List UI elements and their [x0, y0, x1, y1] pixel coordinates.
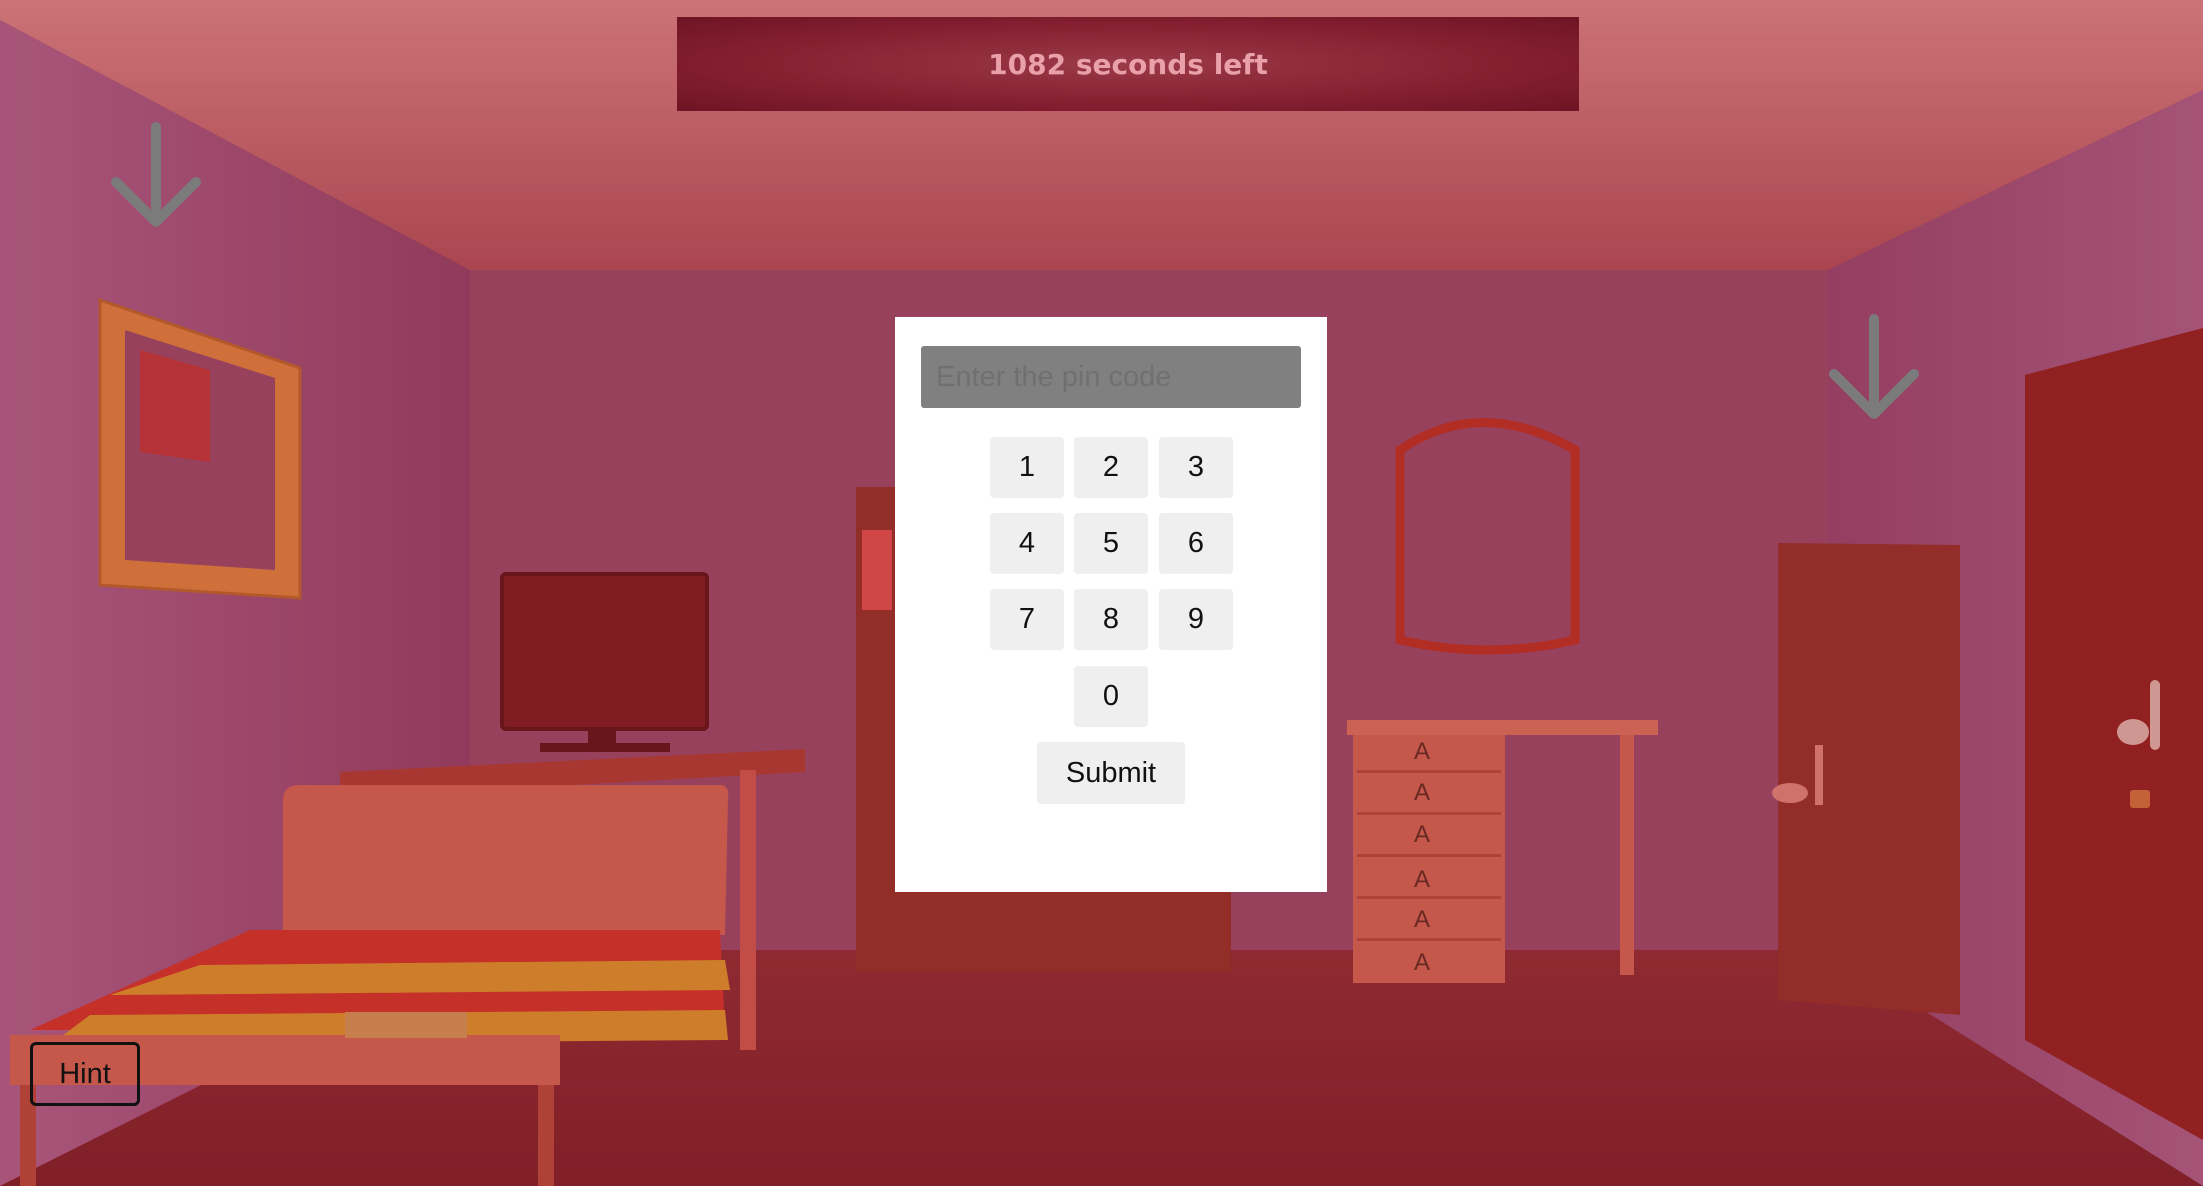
- keypad-key-8[interactable]: 8: [1074, 589, 1148, 650]
- keypad-key-1[interactable]: 1: [990, 437, 1064, 498]
- keypad-key-9[interactable]: 9: [1159, 589, 1233, 650]
- keypad-key-3[interactable]: 3: [1159, 437, 1233, 498]
- keypad-key-7[interactable]: 7: [990, 589, 1064, 650]
- keypad-key-5[interactable]: 5: [1074, 513, 1148, 574]
- keypad-key-0[interactable]: 0: [1074, 666, 1148, 727]
- pin-code-modal: 1 2 3 4 5 6 7 8 9 0 Submit: [895, 317, 1327, 892]
- keypad-key-2[interactable]: 2: [1074, 437, 1148, 498]
- down-arrow-icon[interactable]: [1826, 314, 1922, 424]
- keypad-key-4[interactable]: 4: [990, 513, 1064, 574]
- keypad-key-6[interactable]: 6: [1159, 513, 1233, 574]
- pin-code-input[interactable]: [921, 346, 1301, 408]
- hint-button[interactable]: Hint: [30, 1042, 140, 1106]
- countdown-timer: 1082 seconds left: [677, 17, 1579, 111]
- down-arrow-icon[interactable]: [108, 122, 204, 232]
- timer-text: 1082 seconds left: [988, 47, 1268, 81]
- submit-button[interactable]: Submit: [1037, 742, 1185, 804]
